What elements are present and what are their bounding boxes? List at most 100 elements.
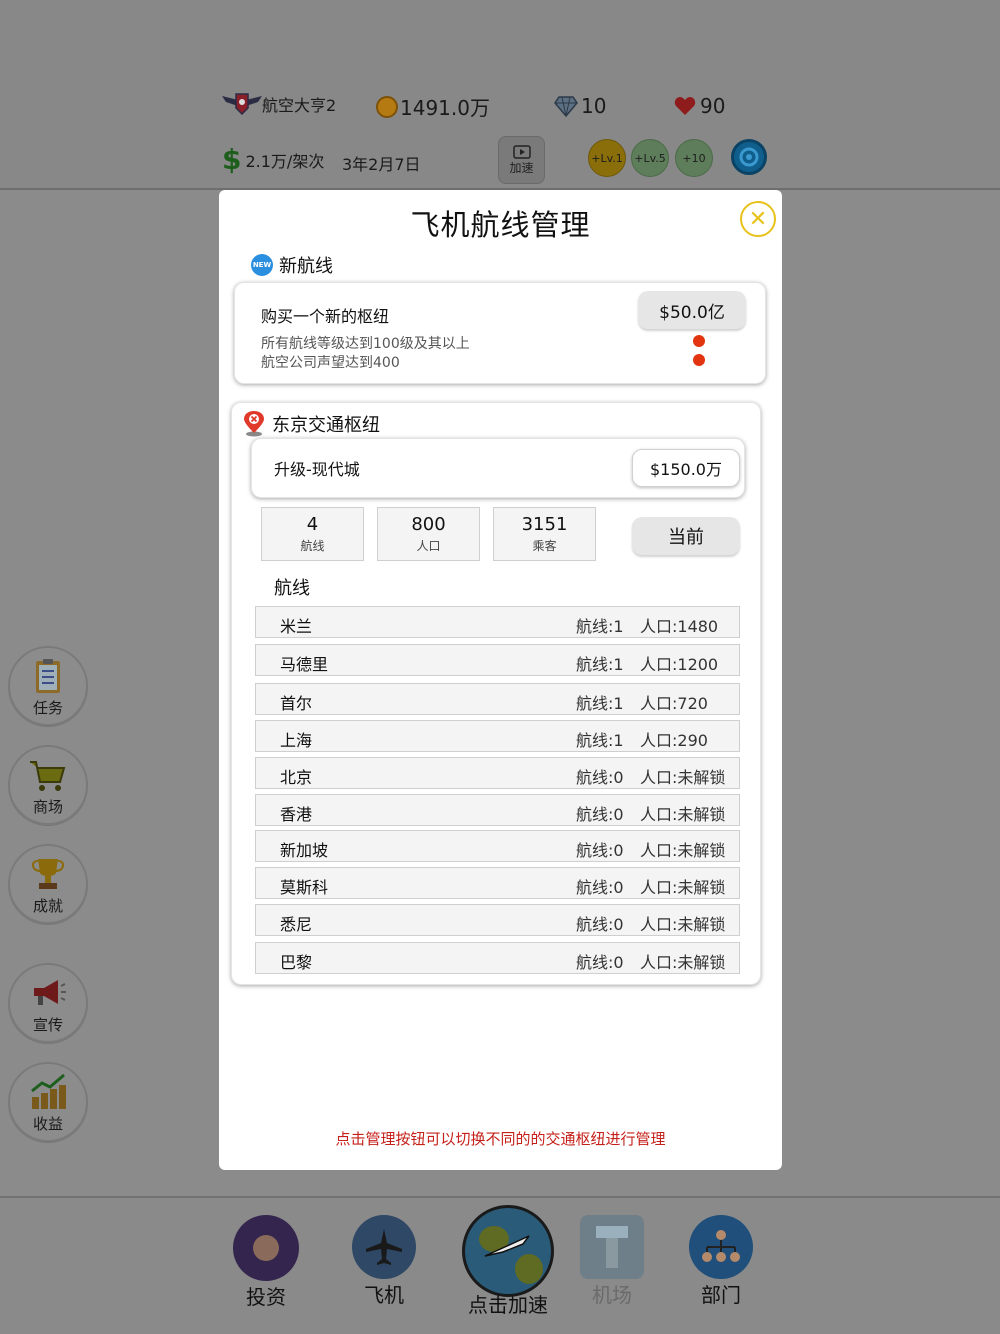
sidebar-item-tasks[interactable]: 任务 <box>8 646 88 726</box>
buy-hub-label: 购买一个新的枢纽 <box>261 307 390 326</box>
new-route-header: NEW 新航线 <box>251 254 333 277</box>
modal-title: 飞机航线管理 <box>410 208 591 242</box>
route-city: 莫斯科 <box>280 878 329 897</box>
nav-airport[interactable]: 机场 <box>580 1215 644 1308</box>
heart-icon <box>674 97 696 115</box>
route-lines: 航线:1 <box>576 655 624 674</box>
sidebar-item-promotion[interactable]: 宣传 <box>8 963 88 1043</box>
lives-counter[interactable]: 90 <box>674 94 725 118</box>
route-lines: 航线:1 <box>576 617 624 636</box>
route-row[interactable]: 米兰 航线:1 人口:1480 <box>255 606 740 638</box>
route-pop: 人口:未解锁 <box>640 915 726 934</box>
shopping-cart-icon <box>30 761 66 791</box>
route-lines: 航线:0 <box>576 915 624 934</box>
route-lines: 航线:0 <box>576 841 624 860</box>
route-pop: 人口:1480 <box>640 617 719 636</box>
upgrade-label: 升级-现代城 <box>274 460 360 479</box>
route-management-modal: 飞机航线管理 ✕ NEW 新航线 购买一个新的枢纽 $50.0亿 所有航线等级达… <box>219 190 782 1170</box>
hub-header: 东京交通枢纽 <box>242 411 380 437</box>
route-row[interactable]: 莫斯科 航线:0 人口:未解锁 <box>255 867 740 899</box>
route-row[interactable]: 北京 航线:0 人口:未解锁 <box>255 757 740 789</box>
current-hub-button[interactable]: 当前 <box>632 517 740 555</box>
route-pop: 人口:290 <box>640 731 708 750</box>
wings-badge-icon <box>222 93 262 116</box>
route-city: 香港 <box>280 805 313 824</box>
buy-hub-card: 购买一个新的枢纽 $50.0亿 所有航线等级达到100级及其以上 航空公司声望达… <box>234 282 766 384</box>
nav-invest[interactable]: 投资 <box>233 1215 299 1310</box>
route-pop: 人口:未解锁 <box>640 805 726 824</box>
new-badge-icon: NEW <box>251 254 273 276</box>
nav-tap-boost[interactable]: 点击加速 <box>462 1205 554 1318</box>
route-lines: 航线:1 <box>576 731 624 750</box>
route-city: 马德里 <box>280 655 329 674</box>
route-row[interactable]: 马德里 航线:1 人口:1200 <box>255 644 740 676</box>
close-icon: ✕ <box>748 206 768 232</box>
routes-title: 航线 <box>274 578 310 599</box>
coin-icon <box>376 95 398 118</box>
requirement-1-status-dot <box>693 335 705 347</box>
route-lines: 航线:0 <box>576 953 624 972</box>
diamond-icon <box>554 96 578 117</box>
gear-icon <box>739 147 759 167</box>
route-lines: 航线:0 <box>576 805 624 824</box>
upgrade-card: 升级-现代城 $150.0万 <box>251 438 745 498</box>
route-city: 米兰 <box>280 617 313 636</box>
route-row[interactable]: 香港 航线:0 人口:未解锁 <box>255 794 740 826</box>
boost-level-5-button[interactable]: +Lv.5 <box>631 139 669 177</box>
route-city: 上海 <box>280 731 313 750</box>
nav-planes[interactable]: 飞机 <box>352 1215 416 1308</box>
speed-up-button[interactable]: 加速 <box>498 136 545 184</box>
route-row[interactable]: 新加坡 航线:0 人口:未解锁 <box>255 830 740 862</box>
upgrade-price-button[interactable]: $150.0万 <box>632 449 740 487</box>
invest-touch-icon <box>233 1215 299 1281</box>
coin-balance[interactable]: 1491.0万 <box>376 92 490 121</box>
route-lines: 航线:0 <box>576 878 624 897</box>
income-chart-icon <box>31 1073 66 1109</box>
boost-level-1-button[interactable]: +Lv.1 <box>588 139 626 177</box>
income-rate: $ 2.1万/架次 <box>222 143 325 176</box>
sidebar-item-achievements[interactable]: 成就 <box>8 844 88 924</box>
nav-department[interactable]: 部门 <box>689 1215 753 1308</box>
settings-gear-icon[interactable] <box>731 139 767 175</box>
route-city: 北京 <box>280 768 313 787</box>
location-pin-icon <box>244 411 264 437</box>
hint-text: 点击管理按钮可以切换不同的的交通枢纽进行管理 <box>335 1130 666 1148</box>
department-org-icon <box>689 1215 753 1279</box>
trophy-icon <box>32 859 64 889</box>
game-date: 3年2月7日 <box>342 155 421 174</box>
sidebar-item-shop[interactable]: 商场 <box>8 745 88 825</box>
dollar-icon: $ <box>222 143 242 176</box>
route-pop: 人口:未解锁 <box>640 768 726 787</box>
requirement-1: 所有航线等级达到100级及其以上 <box>261 336 470 352</box>
stat-population: 800 人口 <box>377 507 480 561</box>
route-row[interactable]: 悉尼 航线:0 人口:未解锁 <box>255 904 740 936</box>
airplane-icon <box>352 1215 416 1279</box>
route-row[interactable]: 巴黎 航线:0 人口:未解锁 <box>255 942 740 974</box>
route-pop: 人口:1200 <box>640 655 719 674</box>
sidebar-item-income[interactable]: 收益 <box>8 1062 88 1142</box>
gem-balance[interactable]: 10 <box>554 94 606 118</box>
requirement-2-status-dot <box>693 354 705 366</box>
megaphone-icon <box>34 980 66 1005</box>
boost-plus-10-button[interactable]: +10 <box>675 139 713 177</box>
route-pop: 人口:未解锁 <box>640 953 726 972</box>
route-city: 首尔 <box>280 694 313 713</box>
stat-passengers: 3151 乘客 <box>493 507 596 561</box>
route-pop: 人口:720 <box>640 694 708 713</box>
route-city: 新加坡 <box>280 841 329 860</box>
stat-routes: 4 航线 <box>261 507 364 561</box>
route-lines: 航线:0 <box>576 768 624 787</box>
route-lines: 航线:1 <box>576 694 624 713</box>
route-row[interactable]: 上海 航线:1 人口:290 <box>255 720 740 752</box>
route-city: 巴黎 <box>280 953 313 972</box>
company-name[interactable]: 航空大亨2 <box>222 92 336 116</box>
task-clipboard-icon <box>36 659 60 693</box>
route-row[interactable]: 首尔 航线:1 人口:720 <box>255 683 740 715</box>
close-button[interactable]: ✕ <box>740 201 776 237</box>
video-play-icon <box>512 144 531 159</box>
requirement-2: 航空公司声望达到400 <box>261 355 400 371</box>
buy-hub-price-button[interactable]: $50.0亿 <box>638 291 746 329</box>
route-pop: 人口:未解锁 <box>640 878 726 897</box>
top-status-bar: 航空大亨2 1491.0万 10 90 $ 2.1万/架次 3年2月7日 加速 … <box>0 0 1000 190</box>
route-city: 悉尼 <box>280 915 313 934</box>
